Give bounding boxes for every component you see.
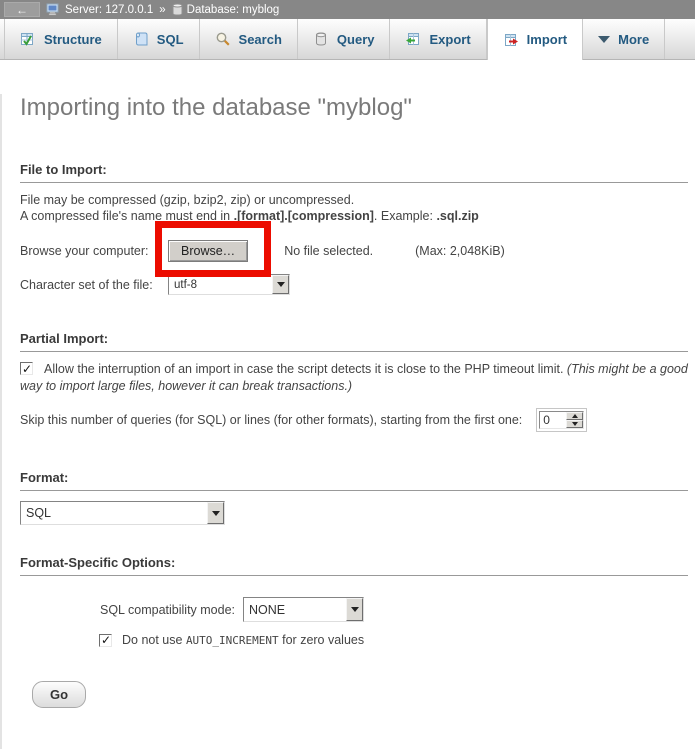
query-icon bbox=[313, 31, 329, 47]
back-arrow-icon: ← bbox=[16, 4, 28, 16]
allow-interruption-checkbox[interactable] bbox=[20, 362, 33, 375]
allow-interruption-row: Allow the interruption of an import in c… bbox=[20, 361, 688, 394]
sql-compatibility-value: NONE bbox=[244, 601, 346, 619]
tab-sql[interactable]: SQL bbox=[118, 19, 200, 59]
breadcrumb: Server: 127.0.0.1 » Database: myblog bbox=[46, 3, 279, 16]
browse-button-wrapper: Browse… bbox=[168, 240, 248, 262]
tab-label: SQL bbox=[157, 32, 184, 47]
max-size-text: (Max: 2,048KiB) bbox=[415, 244, 505, 258]
browse-button[interactable]: Browse… bbox=[168, 240, 248, 262]
page-title: Importing into the database "myblog" bbox=[20, 94, 690, 122]
spinner-up-button[interactable] bbox=[566, 412, 583, 420]
section-heading-format-options: Format-Specific Options: bbox=[20, 555, 688, 576]
breadcrumb-bar: ← Server: 127.0.0.1 » Database: myblog bbox=[0, 0, 695, 19]
no-file-text: No file selected. bbox=[284, 244, 373, 258]
back-button[interactable]: ← bbox=[4, 2, 40, 17]
tab-label: Search bbox=[239, 32, 282, 47]
tab-more[interactable]: More bbox=[583, 19, 665, 59]
format-select[interactable]: SQL bbox=[20, 501, 225, 525]
tab-label: Export bbox=[429, 32, 470, 47]
sql-compatibility-row: SQL compatibility mode: NONE bbox=[100, 597, 690, 622]
breadcrumb-server-link[interactable]: Server: 127.0.0.1 bbox=[65, 4, 153, 16]
compression-line2: A compressed file's name must end in .[f… bbox=[20, 209, 690, 225]
import-icon bbox=[503, 32, 519, 48]
charset-selected-value: utf-8 bbox=[169, 277, 272, 293]
tab-import[interactable]: Import bbox=[487, 19, 583, 60]
breadcrumb-separator: » bbox=[159, 4, 165, 16]
breadcrumb-database-link[interactable]: Database: myblog bbox=[187, 4, 280, 16]
section-heading-file-to-import: File to Import: bbox=[20, 162, 688, 183]
auto-increment-code: AUTO_INCREMENT bbox=[186, 634, 279, 647]
tab-query[interactable]: Query bbox=[298, 19, 391, 59]
database-icon bbox=[172, 3, 183, 16]
browse-label: Browse your computer: bbox=[20, 244, 168, 258]
tab-label: More bbox=[618, 32, 649, 47]
format-selected-value: SQL bbox=[21, 504, 207, 522]
spinner-down-button[interactable] bbox=[566, 420, 583, 428]
export-icon bbox=[405, 31, 421, 47]
browse-row: Browse your computer: Browse… No file se… bbox=[20, 239, 690, 262]
format-compression-pattern: .[format].[compression] bbox=[234, 209, 374, 223]
chevron-down-icon bbox=[598, 36, 610, 43]
sql-compatibility-select[interactable]: NONE bbox=[243, 597, 364, 622]
main-content: Importing into the database "myblog" Fil… bbox=[0, 94, 695, 749]
skip-queries-spinner bbox=[536, 408, 587, 432]
compression-info: File may be compressed (gzip, bzip2, zip… bbox=[20, 193, 690, 224]
sql-compatibility-label: SQL compatibility mode: bbox=[100, 603, 235, 617]
section-heading-format: Format: bbox=[20, 470, 688, 491]
search-icon bbox=[215, 31, 231, 47]
charset-label: Character set of the file: bbox=[20, 278, 168, 292]
skip-queries-row: Skip this number of queries (for SQL) or… bbox=[20, 408, 690, 432]
auto-increment-checkbox[interactable] bbox=[99, 634, 112, 647]
tab-bar: Structure SQL Search Query Export Import… bbox=[0, 19, 695, 60]
tab-label: Query bbox=[337, 32, 375, 47]
server-icon bbox=[46, 3, 61, 16]
example-extension: .sql.zip bbox=[436, 209, 478, 223]
skip-queries-label: Skip this number of queries (for SQL) or… bbox=[20, 413, 522, 427]
allow-interruption-text: Allow the interruption of an import in c… bbox=[44, 362, 567, 376]
tab-export[interactable]: Export bbox=[390, 19, 486, 59]
tab-search[interactable]: Search bbox=[200, 19, 298, 59]
charset-row: Character set of the file: utf-8 bbox=[20, 274, 690, 295]
tab-bar-filler bbox=[665, 19, 695, 59]
auto-increment-label: Do not use AUTO_INCREMENT for zero value… bbox=[122, 633, 364, 647]
structure-icon bbox=[20, 31, 36, 47]
skip-queries-input[interactable] bbox=[540, 412, 566, 428]
go-button[interactable]: Go bbox=[32, 681, 86, 708]
tab-label: Import bbox=[527, 32, 567, 47]
auto-increment-row: Do not use AUTO_INCREMENT for zero value… bbox=[99, 633, 690, 647]
tab-label: Structure bbox=[44, 32, 102, 47]
format-select-arrow-icon[interactable] bbox=[207, 502, 224, 524]
sql-icon bbox=[133, 31, 149, 47]
compression-line1: File may be compressed (gzip, bzip2, zip… bbox=[20, 193, 690, 209]
sql-compatibility-arrow-icon[interactable] bbox=[346, 598, 363, 621]
charset-select-arrow-icon[interactable] bbox=[272, 275, 289, 294]
tab-structure[interactable]: Structure bbox=[4, 19, 118, 59]
section-heading-partial-import: Partial Import: bbox=[20, 331, 688, 352]
charset-select[interactable]: utf-8 bbox=[168, 274, 290, 295]
